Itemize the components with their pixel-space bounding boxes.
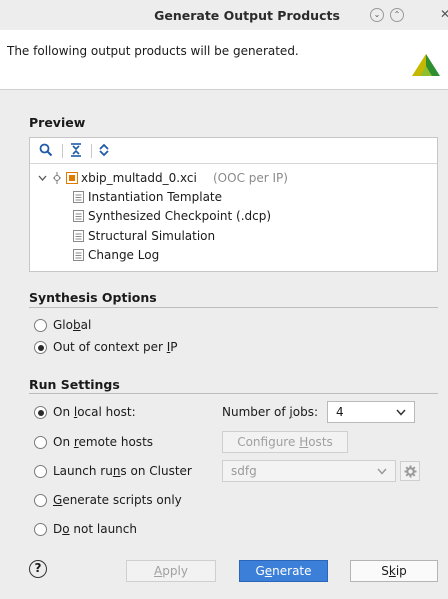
- do-not-launch-radio[interactable]: [34, 523, 47, 536]
- remote-hosts-radio[interactable]: [34, 436, 47, 449]
- global-label[interactable]: Global: [53, 318, 91, 332]
- run-settings-title: Run Settings: [29, 377, 120, 392]
- file-icon: [73, 230, 84, 242]
- file-icon: [73, 191, 84, 203]
- generate-scripts-label[interactable]: Generate scripts only: [53, 493, 182, 507]
- cluster-label[interactable]: Launch runs on Cluster: [53, 464, 192, 478]
- gear-icon: [404, 465, 417, 478]
- configure-hosts-button[interactable]: Configure Hosts: [222, 431, 348, 453]
- expand-all-icon[interactable]: [97, 143, 111, 157]
- file-icon: [73, 249, 84, 261]
- section-divider: [29, 307, 438, 308]
- jobs-label: Number of jobs:: [222, 405, 319, 419]
- chevron-down-icon[interactable]: [38, 174, 47, 182]
- header-description: The following output products will be ge…: [7, 44, 299, 58]
- ooc-label[interactable]: Out of context per IP: [53, 340, 178, 354]
- generate-scripts-radio[interactable]: [34, 494, 47, 507]
- jobs-select[interactable]: 4: [327, 401, 415, 423]
- collapse-all-icon[interactable]: [69, 143, 83, 157]
- apply-button[interactable]: Apply: [126, 560, 216, 582]
- local-host-radio[interactable]: [34, 406, 47, 419]
- chevron-down-icon: [377, 468, 387, 475]
- tree-item-label: Instantiation Template: [88, 190, 223, 204]
- minimize-icon[interactable]: ⌄: [370, 8, 384, 22]
- cluster-settings-button[interactable]: [400, 461, 420, 481]
- preview-toolbar: [30, 138, 437, 164]
- jobs-value: 4: [336, 405, 344, 419]
- maximize-icon[interactable]: ⌃: [390, 8, 404, 22]
- close-icon[interactable]: ✕: [438, 8, 448, 22]
- toolbar-separator: [62, 144, 63, 158]
- ip-core-icon: [66, 172, 78, 184]
- chevron-down-icon: [396, 409, 406, 416]
- search-icon[interactable]: [39, 143, 53, 157]
- do-not-launch-label[interactable]: Do not launch: [53, 522, 137, 536]
- tree-item-label: Synthesized Checkpoint (.dcp): [88, 209, 272, 223]
- toolbar-separator: [91, 144, 92, 158]
- tree-item-label: Structural Simulation: [88, 229, 216, 243]
- ooc-radio[interactable]: [34, 341, 47, 354]
- cluster-value: sdfg: [231, 464, 257, 478]
- cluster-radio[interactable]: [34, 465, 47, 478]
- synthesis-options-title: Synthesis Options: [29, 290, 157, 305]
- preview-title: Preview: [29, 115, 86, 130]
- global-radio[interactable]: [34, 319, 47, 332]
- vivado-logo-icon: [412, 54, 440, 76]
- title-bar: Generate Output Products ⌄ ⌃ ✕: [0, 0, 448, 30]
- ip-hierarchy-icon: [53, 172, 61, 184]
- dialog-header: The following output products will be ge…: [0, 30, 448, 90]
- section-divider: [29, 393, 438, 394]
- tree-item-label: Change Log: [88, 248, 160, 262]
- file-icon: [73, 210, 84, 222]
- skip-button[interactable]: Skip: [350, 560, 438, 582]
- remote-hosts-label[interactable]: On remote hosts: [53, 435, 153, 449]
- local-host-label[interactable]: On local host:: [53, 405, 136, 419]
- ip-note: (OOC per IP): [213, 171, 288, 185]
- generate-button[interactable]: Generate: [239, 560, 328, 582]
- preview-panel: xbip_multadd_0.xci (OOC per IP) Instanti…: [29, 137, 438, 272]
- help-button[interactable]: ?: [29, 560, 47, 578]
- ip-name: xbip_multadd_0.xci: [81, 171, 197, 185]
- cluster-select[interactable]: sdfg: [222, 460, 396, 482]
